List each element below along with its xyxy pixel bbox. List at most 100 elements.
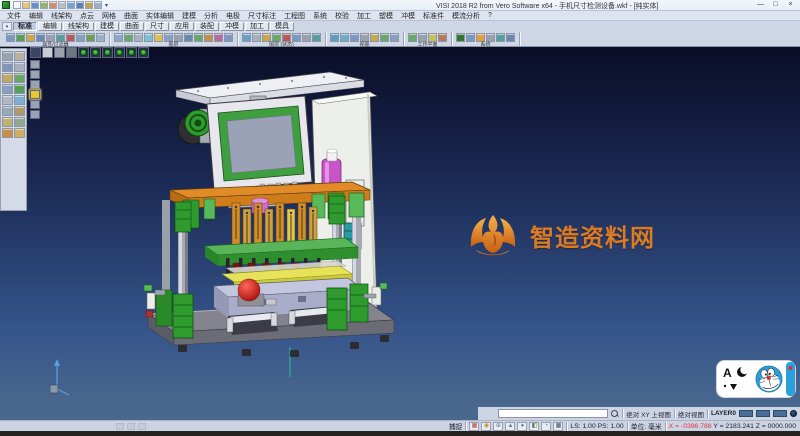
layer-visible-icon[interactable]	[194, 33, 203, 42]
toolbar-tab-尺寸[interactable]: 尺寸	[145, 22, 169, 31]
layer-off-icon[interactable]	[134, 33, 143, 42]
database-icon[interactable]	[466, 33, 475, 42]
shaded-view-icon[interactable]	[54, 47, 65, 58]
sketch-tool-icon[interactable]	[14, 95, 25, 105]
dynamic-input-icon[interactable]: ◧	[529, 422, 539, 431]
toolbar-tab-标准[interactable]: 标准	[13, 22, 37, 31]
macro-icon[interactable]	[486, 33, 495, 42]
state-save-icon[interactable]	[302, 33, 311, 42]
menu-item-模流分析[interactable]: 模流分析	[448, 11, 484, 21]
layer-color-swatch[interactable]	[773, 410, 787, 417]
layer-color-swatch[interactable]	[739, 410, 753, 417]
circle-tool-icon[interactable]	[2, 73, 13, 83]
eye-on-icon[interactable]	[242, 33, 251, 42]
snap-mid-icon[interactable]: ▲	[505, 422, 515, 431]
ucs-tool-icon[interactable]	[2, 128, 13, 138]
print-icon[interactable]	[58, 1, 66, 9]
toolbar-tab-建模[interactable]: 建模	[95, 22, 119, 31]
wcs-toggle-icon[interactable]	[42, 47, 53, 58]
mirror-tool-icon[interactable]	[14, 117, 25, 127]
toolbar-tab-线架构[interactable]: 线架构	[63, 22, 94, 31]
depth-toggle-icon[interactable]	[30, 100, 40, 109]
grid-display-icon[interactable]: ▦	[553, 422, 563, 431]
state-load-icon[interactable]	[312, 33, 321, 42]
menu-item-?[interactable]: ?	[484, 12, 496, 19]
view-orientation-label[interactable]: 绝对 XY 上视图	[626, 409, 671, 419]
save-icon[interactable]	[31, 1, 39, 9]
menu-item-塑模[interactable]: 塑模	[375, 11, 397, 21]
toolbar-tab-加工[interactable]: 加工	[245, 22, 269, 31]
layer-color-swatch[interactable]	[756, 410, 770, 417]
layer-freeze-icon[interactable]	[144, 33, 153, 42]
select-view-icon[interactable]	[30, 47, 41, 58]
zoom-out-icon[interactable]	[360, 33, 369, 42]
snap-center-icon[interactable]: ●	[517, 422, 527, 431]
settings-icon[interactable]	[85, 1, 93, 9]
invert-visibility-icon[interactable]	[292, 33, 301, 42]
layer-filter-icon[interactable]	[36, 33, 45, 42]
render-tool-icon[interactable]	[14, 128, 25, 138]
viewport-canvas[interactable]: 智造资料网 A	[0, 47, 800, 407]
measure-tool-icon[interactable]	[2, 117, 13, 127]
capture-icon[interactable]	[496, 33, 505, 42]
layer-new-icon[interactable]	[114, 33, 123, 42]
toolbar-tab-应用[interactable]: 应用	[170, 22, 194, 31]
layer-copy-icon[interactable]	[174, 33, 183, 42]
select-tool-icon[interactable]	[2, 51, 13, 61]
menu-item-电极[interactable]: 电极	[222, 11, 244, 21]
zoom-fit-icon[interactable]	[330, 33, 339, 42]
properties-icon[interactable]	[96, 33, 105, 42]
toolbar-tab-冲模[interactable]: 冲模	[220, 22, 244, 31]
menu-item-网格[interactable]: 网格	[98, 11, 120, 21]
layer-move-icon[interactable]	[164, 33, 173, 42]
close-button[interactable]: ×	[783, 0, 798, 10]
menu-item-点云[interactable]: 点云	[76, 11, 98, 21]
hide-selected-icon[interactable]	[282, 33, 291, 42]
toolbar-dropdown-icon[interactable]: ▾	[2, 22, 12, 31]
wireframe-view-icon[interactable]	[66, 47, 77, 58]
isolate-icon[interactable]	[262, 33, 271, 42]
layer-current-icon[interactable]	[154, 33, 163, 42]
highlight-icon[interactable]	[66, 33, 75, 42]
menu-item-系统[interactable]: 系统	[309, 11, 331, 21]
layer-lock-icon[interactable]	[204, 33, 213, 42]
info-icon[interactable]	[86, 33, 95, 42]
workplane-new-icon[interactable]	[408, 33, 417, 42]
snap-grid-icon[interactable]: ◉	[481, 422, 491, 431]
previous-view-icon[interactable]	[390, 33, 399, 42]
snap-settings-icon[interactable]	[30, 60, 40, 69]
menu-item-曲面[interactable]: 曲面	[120, 11, 142, 21]
line-tool-icon[interactable]	[14, 62, 25, 72]
calculator-icon[interactable]	[476, 33, 485, 42]
attribute-copy-icon[interactable]	[56, 33, 65, 42]
history-clock-icon[interactable]: ◔	[541, 422, 551, 431]
layer-list-icon[interactable]	[184, 33, 193, 42]
ortho-toggle-icon[interactable]	[30, 80, 40, 89]
toolbar-tab-装配[interactable]: 装配	[195, 22, 219, 31]
search-icon[interactable]	[611, 410, 619, 418]
menu-item-建模[interactable]: 建模	[178, 11, 200, 21]
mask-icon[interactable]	[76, 33, 85, 42]
move-tool-icon[interactable]	[2, 84, 13, 94]
command-input[interactable]	[498, 409, 608, 418]
import-icon[interactable]	[40, 1, 48, 9]
minimize-button[interactable]: —	[753, 0, 768, 10]
menu-item-标准件[interactable]: 标准件	[419, 11, 448, 21]
left-view-icon[interactable]	[126, 47, 137, 58]
menu-item-文件[interactable]: 文件	[3, 11, 25, 21]
dynamic-rotate-icon[interactable]	[138, 47, 149, 58]
active-layer-label[interactable]: LAYER0	[711, 410, 736, 417]
menu-item-分析[interactable]: 分析	[200, 11, 222, 21]
grid-toggle-icon[interactable]	[30, 70, 40, 79]
layer-manager-icon[interactable]	[224, 33, 233, 42]
surface-tool-icon[interactable]	[2, 95, 13, 105]
active-mode-icon[interactable]	[30, 90, 40, 99]
rotate-view-icon[interactable]	[380, 33, 389, 42]
point-tool-icon[interactable]	[2, 62, 13, 72]
right-view-icon[interactable]	[114, 47, 125, 58]
quick-access-dropdown-icon[interactable]: ▾	[105, 2, 108, 9]
selection-filter-icon[interactable]	[6, 33, 15, 42]
toolbar-tab-曲面[interactable]: 曲面	[120, 22, 144, 31]
attribute-edit-icon[interactable]	[46, 33, 55, 42]
delete-tool-icon[interactable]	[14, 51, 25, 61]
